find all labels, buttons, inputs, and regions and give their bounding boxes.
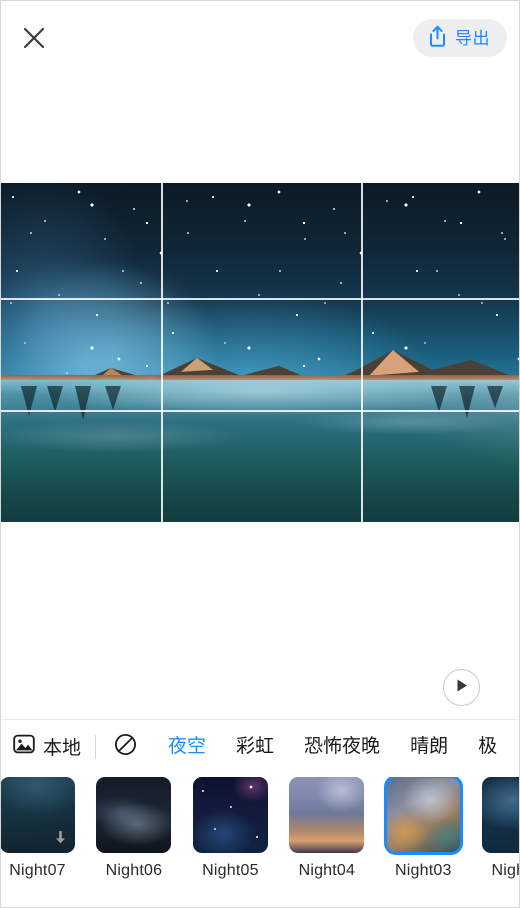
grid-line-vertical-2 [361, 183, 363, 522]
thumbnail-image [96, 777, 172, 853]
sky-preset-strip[interactable]: Night07 Night06 Night05 Night04 Night03 … [1, 777, 519, 907]
thumbnail-label: Night03 [395, 862, 452, 879]
tab-no-effect[interactable] [96, 733, 153, 761]
tab-local[interactable]: 本地 [1, 733, 95, 760]
thumbnail-image [482, 777, 519, 853]
tab-local-label: 本地 [43, 738, 82, 759]
play-icon [455, 678, 469, 698]
tab-night-sky[interactable]: 夜空 [153, 720, 221, 773]
thumbnail-night04[interactable]: Night04 [289, 777, 365, 880]
play-button[interactable] [443, 669, 480, 706]
thumbnail-image [192, 777, 268, 853]
grid-line-horizontal-1 [1, 298, 519, 300]
tab-clear[interactable]: 晴朗 [395, 720, 463, 773]
thumbnail-night06[interactable]: Night06 [96, 777, 172, 880]
thumbnail-night07[interactable]: Night07 [1, 777, 75, 880]
photo-library-icon [13, 733, 35, 760]
close-button[interactable] [17, 21, 51, 55]
thumbnail-image [289, 777, 365, 853]
thumbnail-image [383, 777, 463, 855]
grid-line-horizontal-2 [1, 410, 519, 412]
export-button[interactable]: 导出 [413, 19, 507, 57]
tab-rainbow[interactable]: 彩虹 [221, 720, 289, 773]
thumbnail-image [1, 777, 75, 853]
export-button-label: 导出 [455, 28, 490, 48]
thumbnail-night05[interactable]: Night05 [192, 777, 268, 880]
sky-replacement-editor: 导出 本地 夜空 彩虹 恐怖夜晚 晴朗 极 Night07 Night06 Ni… [0, 0, 520, 908]
no-effect-icon [114, 733, 137, 761]
thumbnail-label: Night07 [9, 862, 66, 879]
effect-category-tabs[interactable]: 本地 夜空 彩虹 恐怖夜晚 晴朗 极 [1, 719, 519, 773]
download-icon [53, 830, 68, 847]
thumbnail-night02[interactable]: Night02 [482, 777, 519, 880]
header-bar: 导出 [1, 1, 519, 81]
close-icon [21, 25, 47, 51]
preview-image [1, 183, 519, 522]
thumbnail-label: Night04 [298, 862, 356, 879]
tab-aurora[interactable]: 极 [463, 720, 512, 773]
reflection-trees [21, 386, 503, 421]
thumbnail-night03[interactable]: Night03 [383, 777, 463, 880]
thumbnail-label: Night05 [202, 862, 259, 879]
photo-canvas[interactable] [1, 183, 519, 522]
thumbnail-label: Night02 [491, 862, 519, 879]
grid-line-vertical-1 [161, 183, 163, 522]
tab-scary-night[interactable]: 恐怖夜晚 [289, 720, 395, 773]
upload-icon [427, 25, 448, 52]
thumbnail-label: Night06 [105, 862, 163, 879]
